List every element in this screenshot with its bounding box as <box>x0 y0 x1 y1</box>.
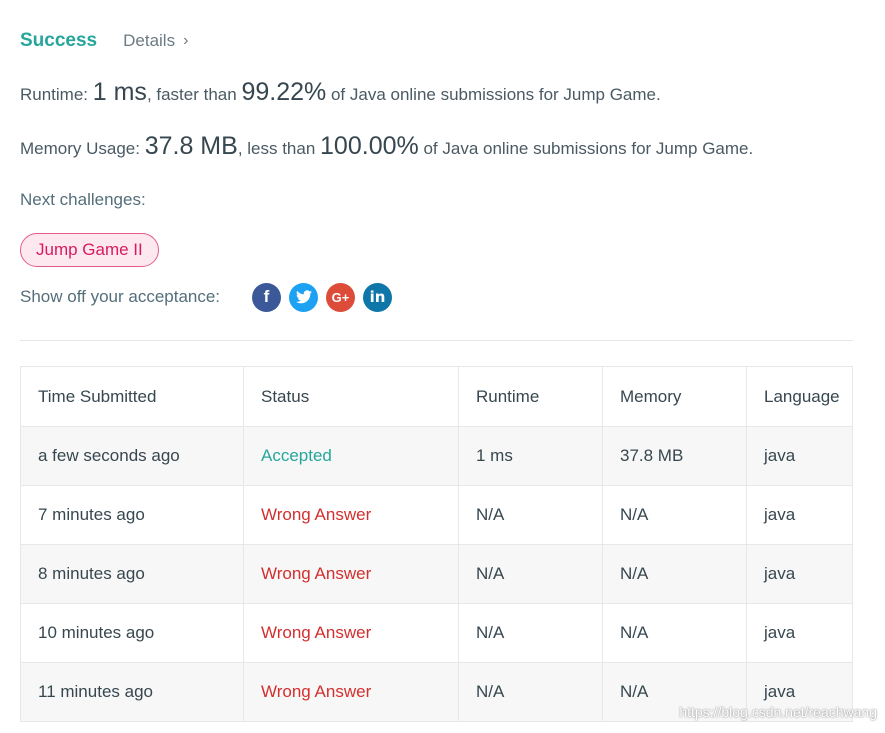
twitter-icon[interactable] <box>289 282 318 312</box>
cell-status-link[interactable]: Wrong Answer <box>243 485 459 545</box>
table-row[interactable]: 10 minutes ago Wrong Answer N/A N/A java <box>20 603 853 663</box>
header-runtime[interactable]: Runtime <box>458 366 603 427</box>
cell-status-link[interactable]: Wrong Answer <box>243 603 459 663</box>
memory-prefix: Memory Usage: <box>20 139 145 158</box>
runtime-prefix: Runtime: <box>20 85 93 104</box>
submission-result-page: Success Details › Runtime: 1 ms, faster … <box>0 0 885 733</box>
details-link[interactable]: Details › <box>123 31 188 51</box>
cell-time: 11 minutes ago <box>20 662 244 722</box>
linkedin-glyph: in <box>369 288 386 306</box>
runtime-value: 1 ms <box>92 78 147 106</box>
cell-runtime: N/A <box>458 544 603 604</box>
cell-time: a few seconds ago <box>20 426 244 486</box>
share-label: Show off your acceptance: <box>20 287 221 306</box>
result-status: Success <box>20 30 98 51</box>
cell-time: 8 minutes ago <box>20 544 244 604</box>
facebook-icon[interactable]: f <box>252 282 281 312</box>
share-row: Show off your acceptance: f G+ in <box>20 282 400 312</box>
header-status[interactable]: Status <box>243 366 459 427</box>
google-plus-glyph: G+ <box>331 289 350 305</box>
cell-status-link[interactable]: Wrong Answer <box>243 544 459 604</box>
cell-status-link[interactable]: Wrong Answer <box>243 662 459 722</box>
watermark-text: https://blog.csdn.net/reachwang <box>679 704 877 720</box>
cell-time: 7 minutes ago <box>20 485 244 545</box>
memory-value: 37.8 MB <box>144 132 238 160</box>
next-challenges-label: Next challenges: <box>20 190 146 209</box>
cell-language: java <box>746 426 853 486</box>
runtime-line: Runtime: 1 ms, faster than 99.22% of Jav… <box>20 78 661 107</box>
twitter-bird-icon <box>295 290 312 304</box>
table-header-row: Time Submitted Status Runtime Memory Lan… <box>20 366 853 427</box>
memory-line: Memory Usage: 37.8 MB, less than 100.00%… <box>20 132 753 161</box>
header-time-submitted[interactable]: Time Submitted <box>20 366 244 427</box>
memory-percent: 100.00% <box>320 132 419 160</box>
next-challenge-button[interactable]: Jump Game II <box>20 233 159 267</box>
cell-time: 10 minutes ago <box>20 603 244 663</box>
cell-language: java <box>746 485 853 545</box>
cell-memory: N/A <box>602 544 747 604</box>
section-divider <box>20 340 853 341</box>
linkedin-icon[interactable]: in <box>363 282 392 312</box>
google-plus-icon[interactable]: G+ <box>326 282 355 312</box>
table-row[interactable]: a few seconds ago Accepted 1 ms 37.8 MB … <box>20 426 853 486</box>
memory-mid: , less than <box>237 139 321 158</box>
runtime-percent: 99.22% <box>241 78 327 106</box>
cell-memory: 37.8 MB <box>602 426 747 486</box>
header-memory[interactable]: Memory <box>602 366 747 427</box>
cell-runtime: N/A <box>458 485 603 545</box>
submissions-table: Time Submitted Status Runtime Memory Lan… <box>20 366 853 722</box>
table-row[interactable]: 7 minutes ago Wrong Answer N/A N/A java <box>20 485 853 545</box>
cell-language: java <box>746 603 853 663</box>
cell-status-link[interactable]: Accepted <box>243 426 459 486</box>
runtime-mid: , faster than <box>146 85 242 104</box>
cell-memory: N/A <box>602 485 747 545</box>
chevron-right-icon: › <box>183 32 189 49</box>
table-row[interactable]: 8 minutes ago Wrong Answer N/A N/A java <box>20 544 853 604</box>
cell-memory: N/A <box>602 603 747 663</box>
cell-runtime: N/A <box>458 662 603 722</box>
result-header: Success Details › <box>20 28 188 54</box>
header-language[interactable]: Language <box>746 366 853 427</box>
runtime-suffix: of Java online submissions for Jump Game… <box>326 85 661 104</box>
cell-runtime: N/A <box>458 603 603 663</box>
facebook-glyph: f <box>263 287 270 306</box>
cell-runtime: 1 ms <box>458 426 603 486</box>
memory-suffix: of Java online submissions for Jump Game… <box>418 139 754 158</box>
cell-language: java <box>746 544 853 604</box>
details-label: Details <box>123 31 176 50</box>
